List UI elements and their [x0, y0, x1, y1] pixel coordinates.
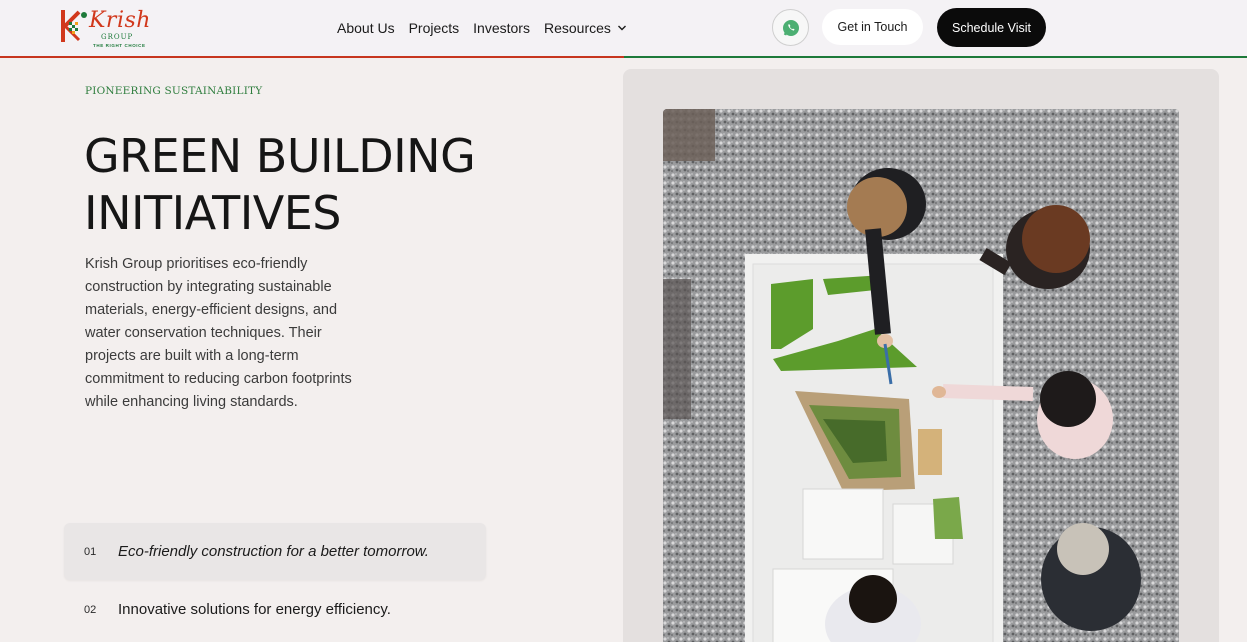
krish-group-logo[interactable]: Krish GROUP THE RIGHT CHOICE: [57, 6, 169, 50]
schedule-visit-button[interactable]: Schedule Visit: [937, 8, 1046, 47]
feature-number: 02: [84, 603, 97, 616]
feature-number: 01: [84, 545, 97, 558]
logo-wordmark: Krish: [89, 8, 151, 33]
section-description: Krish Group prioritises eco-friendly con…: [85, 256, 352, 410]
logo-tagline: THE RIGHT CHOICE: [93, 43, 146, 48]
title-line-2: INITIATIVES: [84, 186, 342, 240]
logo-mark-icon: [61, 10, 87, 42]
chevron-down-icon: [617, 25, 626, 31]
nav-resources[interactable]: Resources: [544, 18, 627, 38]
site-header: Krish GROUP THE RIGHT CHOICE About Us Pr…: [0, 0, 1247, 58]
section-eyebrow: PIONEERING SUSTAINABILITY: [85, 85, 263, 97]
get-in-touch-button[interactable]: Get in Touch: [822, 9, 923, 45]
nav-investors[interactable]: Investors: [473, 18, 530, 38]
page-title: GREEN BUILDING INITIATIVES: [84, 128, 504, 242]
title-line-1: GREEN BUILDING: [84, 129, 476, 183]
feature-item-02[interactable]: 02 Innovative solutions for energy effic…: [64, 581, 486, 638]
feature-text: Innovative solutions for energy efficien…: [118, 601, 391, 618]
main-nav: About Us Projects Investors Resources: [337, 18, 641, 38]
feature-item-01[interactable]: 01 Eco-friendly construction for a bette…: [64, 523, 486, 580]
team-reviewing-model-illustration: [663, 109, 1179, 642]
logo-subtitle: GROUP: [101, 33, 134, 41]
feature-text: Eco-friendly construction for a better t…: [118, 543, 429, 560]
nav-projects[interactable]: Projects: [409, 18, 460, 38]
whatsapp-icon: [782, 19, 799, 36]
architecture-model-photo: [663, 109, 1179, 642]
nav-resources-label: Resources: [543, 20, 611, 36]
nav-about-us[interactable]: About Us: [337, 18, 395, 38]
whatsapp-button[interactable]: [772, 9, 809, 46]
